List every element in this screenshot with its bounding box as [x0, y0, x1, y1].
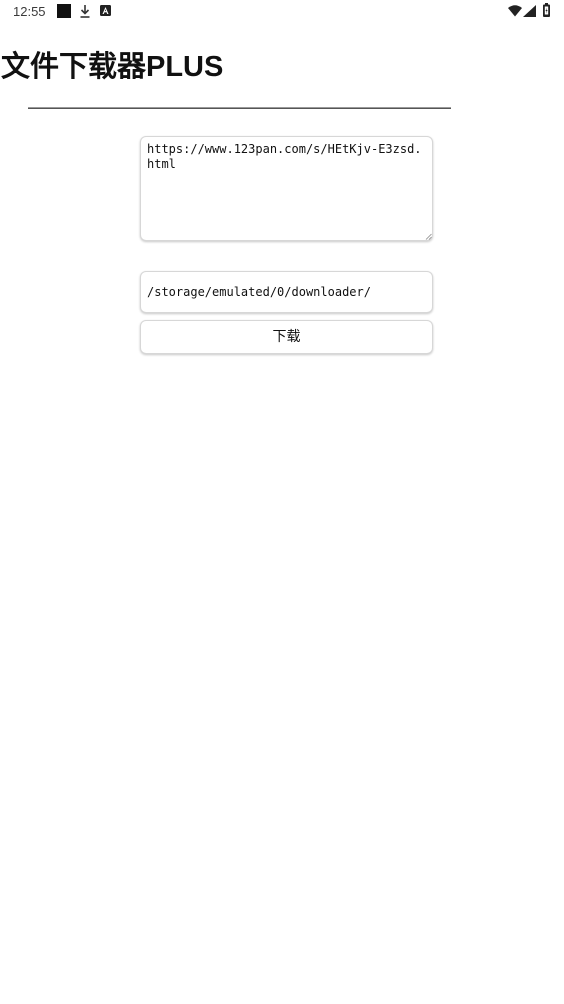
page-title: 文件下载器PLUS — [1, 51, 224, 83]
save-path-input[interactable] — [140, 271, 433, 313]
battery-icon — [543, 3, 550, 17]
a-icon — [100, 5, 111, 16]
title-divider — [28, 107, 451, 109]
download-icon — [80, 5, 90, 18]
status-time: 12:55 — [13, 4, 46, 19]
status-bar: 12:55 — [0, 0, 564, 24]
resize-handle-icon[interactable] — [425, 233, 432, 240]
stop-square-icon — [57, 4, 71, 18]
wifi-icon — [508, 5, 522, 17]
url-input[interactable]: https://www.123pan.com/s/HEtKjv-E3zsd.ht… — [140, 136, 433, 241]
download-button[interactable]: 下载 — [140, 320, 433, 354]
signal-icon — [523, 5, 536, 17]
